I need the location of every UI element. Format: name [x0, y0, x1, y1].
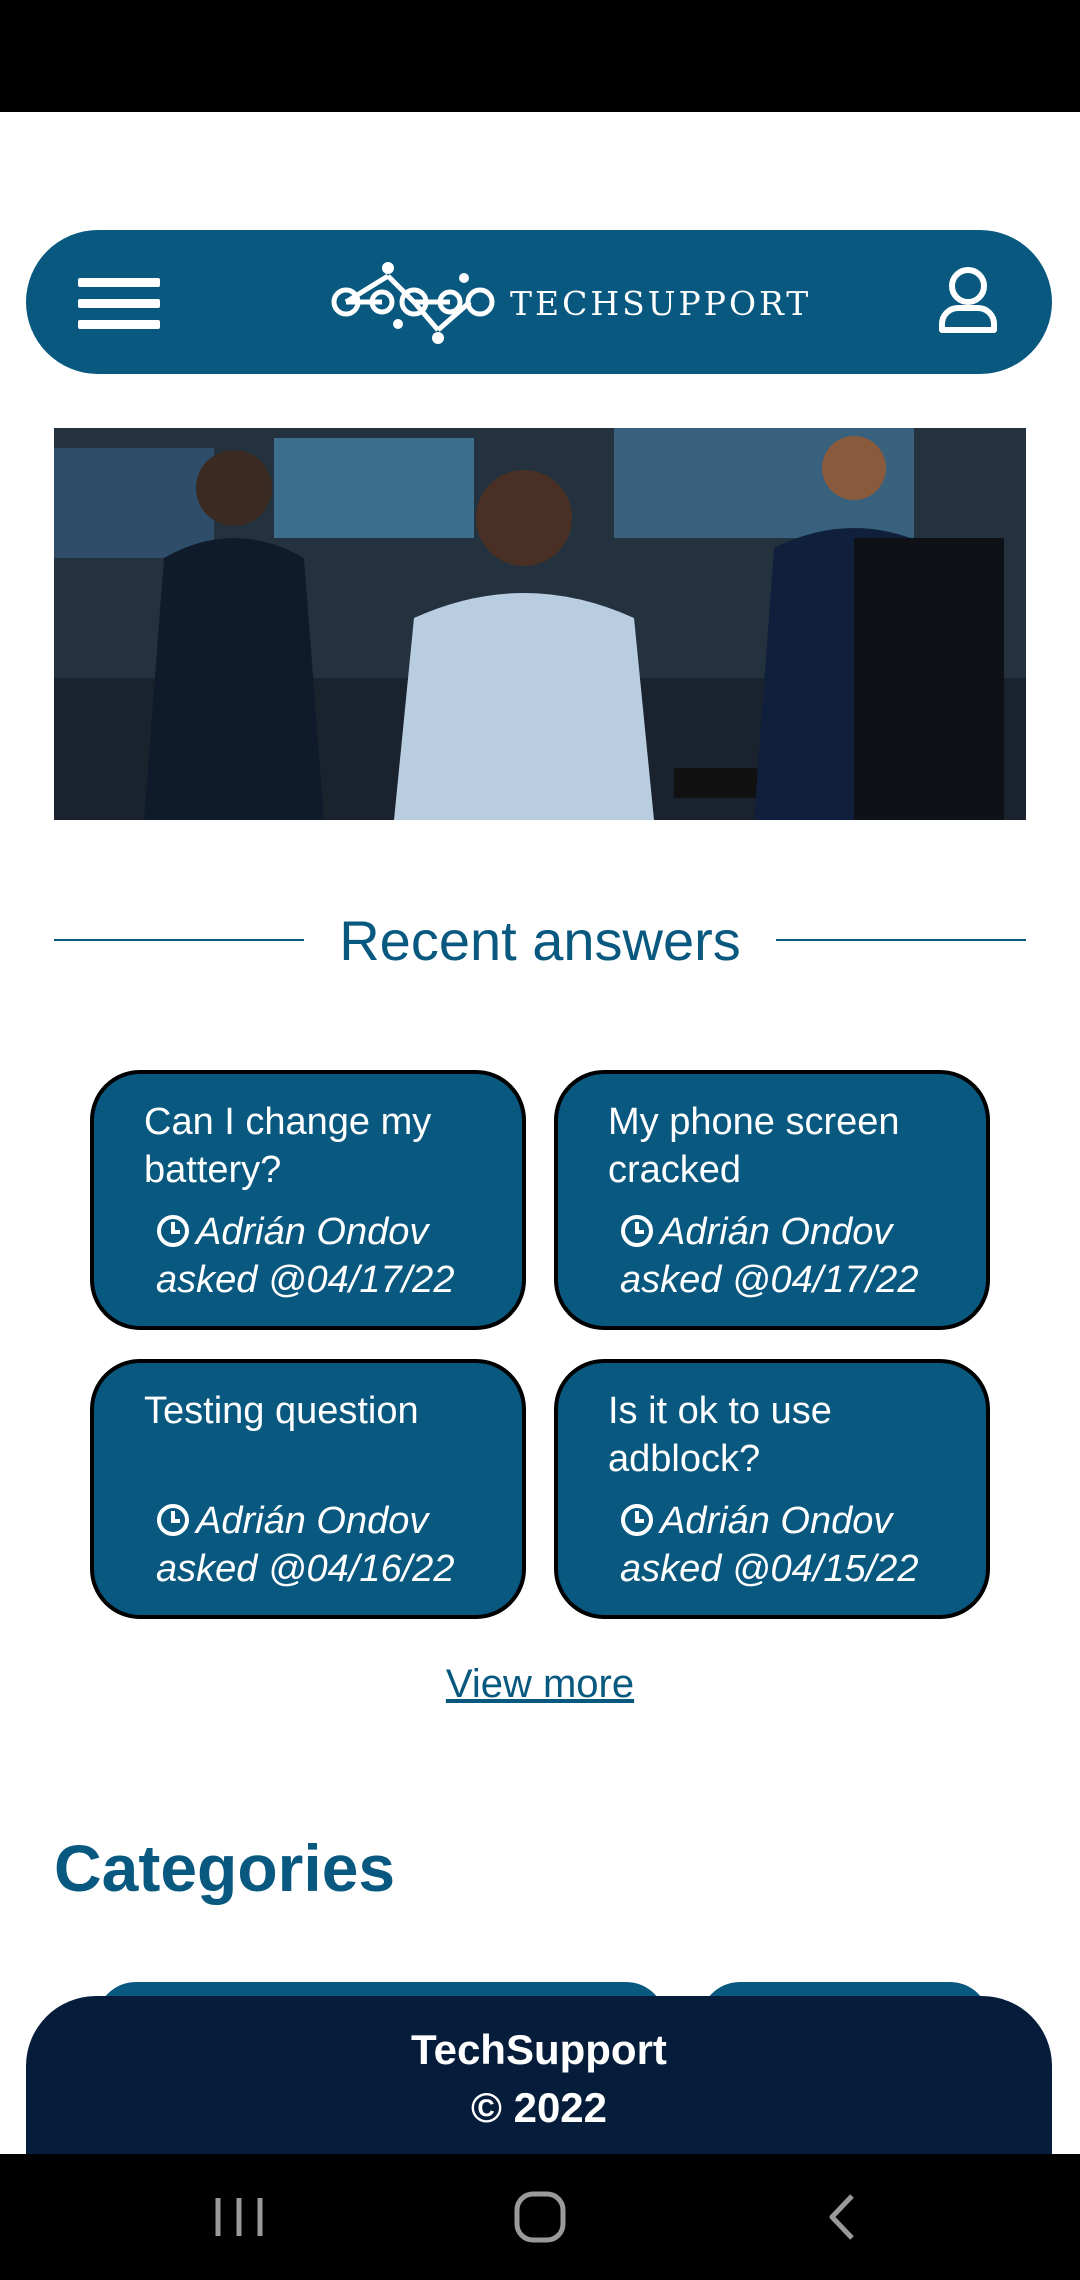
user-account-icon[interactable] [938, 266, 998, 334]
answer-author: Adrián Ondov [660, 1500, 893, 1542]
answer-question: Is it ok to use adblock? [608, 1390, 832, 1480]
answer-meta: Adrián Ondov asked @04/17/22 [156, 1208, 526, 1304]
footer-copyright: © 2022 [470, 2084, 608, 2131]
logo[interactable]: TECHSUPPORT [320, 256, 808, 348]
answer-author: Adrián Ondov [660, 1211, 893, 1253]
support-agents-photo-icon [54, 428, 1026, 820]
recent-answers-heading: Recent answers [54, 900, 1026, 980]
network-nodes-logo-icon [331, 262, 495, 344]
answer-author: Adrián Ondov [196, 1211, 429, 1253]
back-icon[interactable] [808, 2182, 878, 2252]
footer: TechSupport © 2022 [26, 1996, 1052, 2156]
answer-date: asked @04/17/22 [620, 1259, 919, 1301]
answer-meta: Adrián Ondov asked @04/16/22 [156, 1497, 526, 1593]
logo-text: TECHSUPPORT [510, 284, 812, 323]
categories-title: Categories [54, 1831, 396, 1905]
answer-card[interactable]: My phone screen cracked Adrián Ondov ask… [554, 1070, 990, 1330]
hamburger-menu-icon[interactable] [78, 278, 160, 329]
answer-question: Can I change my battery? [144, 1101, 432, 1191]
answer-author: Adrián Ondov [196, 1500, 429, 1542]
hero-image [54, 428, 1026, 820]
answer-meta: Adrián Ondov asked @04/17/22 [620, 1208, 990, 1304]
view-more-link[interactable]: View more [0, 1662, 1080, 1707]
answer-card[interactable]: Can I change my battery? Adrián Ondov as… [90, 1070, 526, 1330]
clock-icon [621, 1215, 653, 1247]
answer-date: asked @04/15/22 [620, 1548, 919, 1590]
system-navigation-bar [0, 2154, 1080, 2280]
home-icon[interactable] [505, 2182, 575, 2252]
app-header: TECHSUPPORT [26, 230, 1052, 374]
answer-question: My phone screen cracked [608, 1101, 900, 1191]
answer-date: asked @04/17/22 [156, 1259, 455, 1301]
clock-icon [157, 1215, 189, 1247]
recent-apps-icon[interactable] [204, 2182, 274, 2252]
footer-brand: TechSupport [411, 2026, 667, 2073]
heading-divider-right [776, 939, 1026, 941]
status-bar [0, 0, 1080, 112]
answer-question: Testing question [144, 1390, 419, 1432]
answer-date: asked @04/16/22 [156, 1548, 455, 1590]
answer-card[interactable]: Testing question Adrián Ondov asked @04/… [90, 1359, 526, 1619]
answer-card[interactable]: Is it ok to use adblock? Adrián Ondov as… [554, 1359, 990, 1619]
clock-icon [621, 1504, 653, 1536]
clock-icon [157, 1504, 189, 1536]
answer-meta: Adrián Ondov asked @04/15/22 [620, 1497, 990, 1593]
